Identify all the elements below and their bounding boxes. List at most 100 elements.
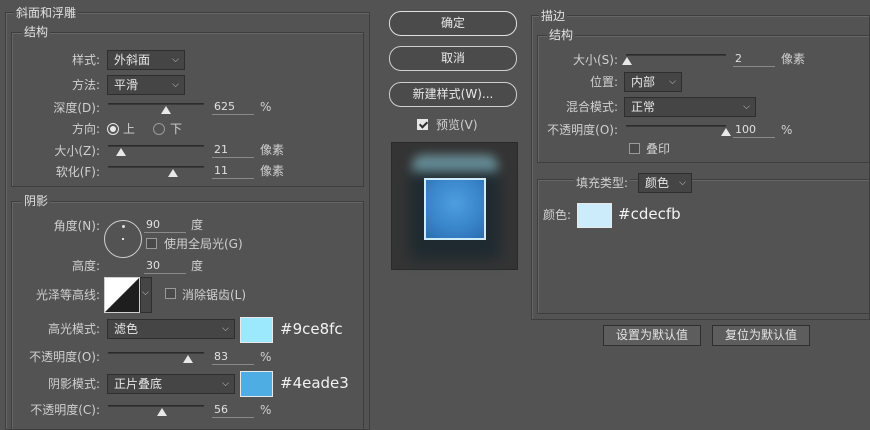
direction-label: 方向: — [71, 122, 100, 136]
method-label: 方法: — [71, 78, 100, 92]
depth-input[interactable]: 625 — [212, 99, 254, 115]
shadow-opacity-unit: % — [260, 403, 272, 417]
angle-dial-center — [122, 238, 124, 240]
depth-slider-track[interactable] — [108, 103, 204, 105]
shadow-opacity-label: 不透明度(C): — [30, 403, 100, 417]
stroke-size-input[interactable]: 2 — [733, 51, 775, 67]
angle-dial[interactable] — [104, 220, 142, 258]
stroke-opacity-unit: % — [781, 123, 793, 137]
altitude-unit: 度 — [191, 259, 204, 273]
stroke-opacity-label: 不透明度(O): — [547, 123, 618, 137]
bevel-structure-title: 结构 — [22, 25, 51, 39]
chevron-down-icon: ⌵ — [142, 288, 149, 298]
size-slider-track[interactable] — [108, 145, 204, 147]
stroke-opacity-thumb[interactable] — [721, 128, 731, 136]
shadow-opacity-input[interactable]: 56 — [212, 402, 254, 418]
highlight-mode-value: 滤色 — [114, 322, 139, 336]
gloss-contour-label: 光泽等高线: — [35, 288, 100, 302]
direction-up-radio[interactable] — [107, 123, 119, 135]
stroke-hex-text: #cdecfb — [618, 205, 681, 223]
stroke-opacity-track[interactable] — [626, 125, 726, 127]
shadow-opacity-thumb[interactable] — [156, 408, 167, 416]
stroke-size-label: 大小(S): — [572, 53, 618, 67]
angle-input[interactable]: 90 — [144, 217, 186, 233]
style-select-value: 外斜面 — [114, 53, 151, 67]
chevron-down-icon: ⌵ — [172, 80, 179, 90]
stroke-color-label: 颜色: — [543, 208, 572, 222]
gloss-contour-dropdown[interactable]: ⌵ — [140, 277, 152, 313]
stroke-color-swatch[interactable] — [577, 203, 612, 228]
shadow-opacity-track[interactable] — [108, 405, 204, 407]
altitude-input[interactable]: 30 — [144, 258, 186, 274]
preview-label: 预览(V) — [436, 118, 478, 132]
chevron-down-icon: ⌵ — [172, 55, 179, 65]
ok-button[interactable]: 确定 — [389, 11, 517, 36]
stroke-position-value: 内部 — [631, 75, 656, 89]
chevron-down-icon: ⌵ — [679, 178, 686, 188]
highlight-color-swatch[interactable] — [240, 317, 273, 343]
soften-slider-thumb[interactable] — [168, 169, 179, 177]
stroke-blend-select[interactable]: 正常 ⌵ — [624, 97, 756, 117]
set-default-button[interactable]: 设置为默认值 — [603, 325, 701, 346]
soften-unit: 像素 — [260, 164, 285, 178]
stroke-blend-value: 正常 — [631, 100, 656, 114]
fill-type-select[interactable]: 颜色 ⌵ — [638, 173, 692, 193]
depth-slider-thumb[interactable] — [160, 106, 171, 114]
stroke-position-select[interactable]: 内部 ⌵ — [624, 72, 682, 92]
contour-curve-icon — [105, 278, 139, 312]
direction-down-label: 下 — [170, 122, 183, 136]
chevron-down-icon: ⌵ — [222, 379, 229, 389]
preview-checkbox[interactable] — [417, 119, 428, 130]
soften-input[interactable]: 11 — [212, 163, 254, 179]
method-select[interactable]: 平滑 ⌵ — [107, 75, 185, 95]
style-preview-thumbnail — [391, 142, 518, 270]
highlight-opacity-label: 不透明度(O): — [29, 350, 100, 364]
direction-up-label: 上 — [123, 122, 136, 136]
shadow-mode-value: 正片叠底 — [114, 377, 163, 391]
chevron-down-icon: ⌵ — [669, 77, 676, 87]
highlight-mode-select[interactable]: 滤色 ⌵ — [107, 319, 235, 339]
shading-title: 阴影 — [22, 194, 51, 208]
shadow-color-swatch[interactable] — [240, 371, 273, 397]
stroke-size-thumb[interactable] — [622, 57, 632, 65]
chevron-down-icon: ⌵ — [222, 324, 229, 334]
angle-unit: 度 — [191, 218, 204, 232]
shadow-mode-label: 阴影模式: — [47, 377, 100, 391]
stroke-size-unit: 像素 — [781, 52, 806, 66]
highlight-opacity-input[interactable]: 83 — [212, 349, 254, 365]
size-slider-thumb[interactable] — [116, 148, 127, 156]
highlight-opacity-thumb[interactable] — [182, 355, 193, 363]
highlight-opacity-track[interactable] — [108, 352, 204, 354]
soften-slider-track[interactable] — [108, 166, 204, 168]
style-select[interactable]: 外斜面 ⌵ — [107, 50, 185, 70]
antialias-checkbox[interactable] — [165, 288, 176, 299]
overprint-checkbox[interactable] — [629, 143, 640, 154]
gloss-contour-picker[interactable] — [104, 277, 140, 313]
fill-type-value: 颜色 — [645, 176, 670, 190]
fill-type-label: 填充类型: — [574, 175, 631, 191]
new-style-button[interactable]: 新建样式(W)... — [389, 82, 517, 107]
size-input[interactable]: 21 — [212, 142, 254, 158]
stroke-position-label: 位置: — [589, 75, 618, 89]
stroke-size-track[interactable] — [626, 54, 726, 56]
method-select-value: 平滑 — [114, 78, 139, 92]
highlight-opacity-unit: % — [260, 350, 272, 364]
stroke-blend-label: 混合模式: — [565, 100, 618, 114]
shadow-hex-text: #4eade3 — [280, 374, 349, 392]
direction-down-radio[interactable] — [153, 123, 165, 135]
stroke-opacity-input[interactable]: 100 — [733, 122, 775, 138]
global-light-label: 使用全局光(G) — [164, 237, 243, 251]
soften-label: 软化(F): — [55, 165, 100, 179]
angle-dial-pointer — [122, 225, 125, 228]
cancel-button[interactable]: 取消 — [389, 46, 517, 71]
reset-default-button[interactable]: 复位为默认值 — [712, 325, 810, 346]
depth-label: 深度(D): — [53, 101, 100, 115]
global-light-checkbox[interactable] — [146, 238, 157, 249]
size-label: 大小(Z): — [54, 144, 100, 158]
bevel-emboss-title: 斜面和浮雕 — [14, 6, 79, 20]
shadow-mode-select[interactable]: 正片叠底 ⌵ — [107, 374, 235, 394]
antialias-label: 消除锯齿(L) — [182, 288, 247, 302]
style-label: 样式: — [71, 53, 100, 67]
stroke-title: 描边 — [539, 9, 568, 23]
stroke-structure-title: 结构 — [547, 28, 576, 42]
